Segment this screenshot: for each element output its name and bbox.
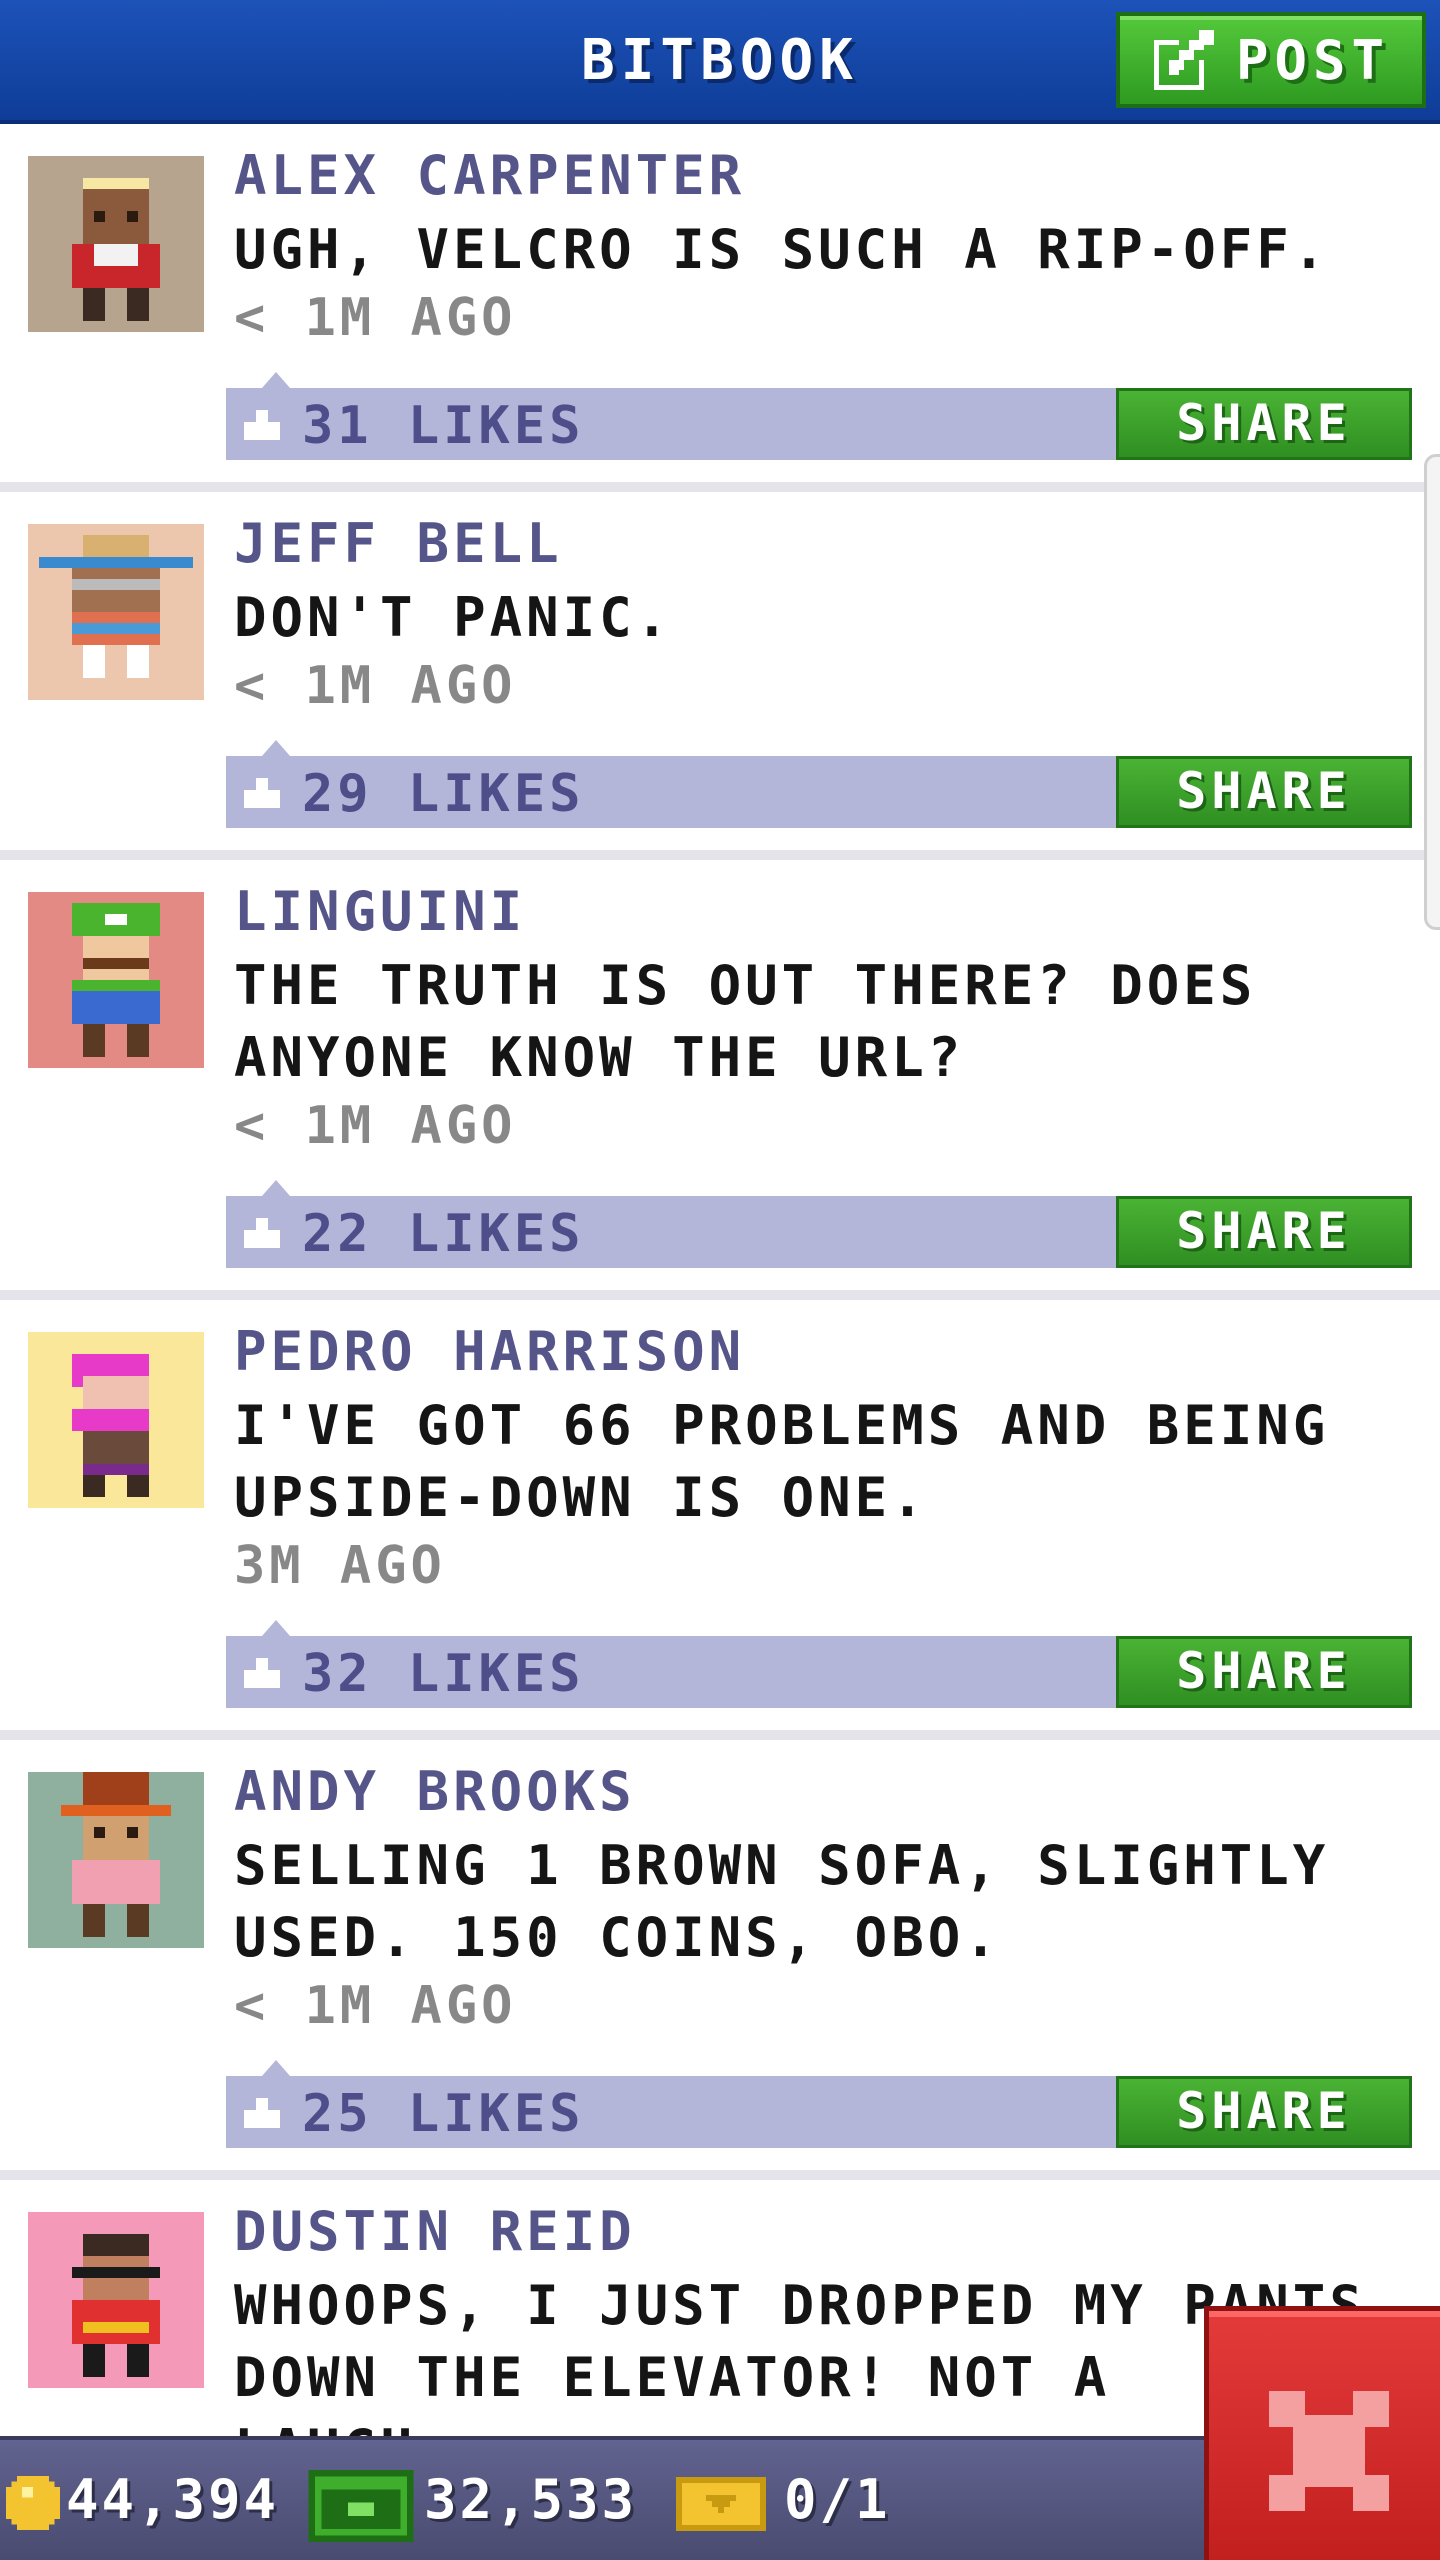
likes-count: 22 LIKES: [302, 1204, 585, 1264]
likes-bar[interactable]: 29 LIKES SHARE: [226, 740, 1412, 828]
bux-count: 32,533: [424, 2468, 638, 2531]
news-feed[interactable]: ALEX CARPENTER UGH, VELCRO IS SUCH A RIP…: [0, 124, 1440, 2436]
post-button[interactable]: POST: [1116, 12, 1426, 108]
feed-post: JEFF BELL DON'T PANIC. < 1M AGO 29 LIKES…: [0, 492, 1440, 860]
share-button[interactable]: SHARE: [1116, 756, 1412, 828]
likes-count: 29 LIKES: [302, 764, 585, 824]
scrollbar[interactable]: [1424, 454, 1440, 930]
feed-post: PEDRO HARRISON I'VE GOT 66 PROBLEMS AND …: [0, 1300, 1440, 1740]
post-time: 3M AGO: [234, 1536, 446, 1596]
coins-count: 44,394: [66, 2468, 280, 2531]
share-button[interactable]: SHARE: [1116, 2076, 1412, 2148]
likes-count: 32 LIKES: [302, 1644, 585, 1704]
tickets-count: 0/1: [784, 2468, 891, 2531]
avatar-image: [28, 1772, 204, 1948]
like-icon: [244, 1658, 280, 1688]
close-icon: [1269, 2391, 1389, 2511]
feed-post: ALEX CARPENTER UGH, VELCRO IS SUCH A RIP…: [0, 124, 1440, 492]
post-message: WHOOPS, I JUST DROPPED MY PANTS DOWN THE…: [234, 2274, 1362, 2436]
post-message: DON'T PANIC.: [234, 586, 673, 649]
post-message: THE TRUTH IS OUT THERE? DOES ANYONE KNOW…: [234, 954, 1257, 1089]
avatar-image: [28, 156, 204, 332]
avatar-image: [28, 524, 204, 700]
avatar[interactable]: [28, 1772, 204, 1948]
avatar[interactable]: [28, 156, 204, 332]
post-author[interactable]: JEFF BELL: [234, 512, 563, 575]
app-header: BITBOOK POST: [0, 0, 1440, 124]
coin-icon: [6, 2476, 60, 2530]
feed-post: ANDY BROOKS SELLING 1 BROWN SOFA, SLIGHT…: [0, 1740, 1440, 2180]
like-icon: [244, 1218, 280, 1248]
likes-bar[interactable]: 32 LIKES SHARE: [226, 1620, 1412, 1708]
post-author[interactable]: DUSTIN REID: [234, 2200, 636, 2263]
feed-post: LINGUINI THE TRUTH IS OUT THERE? DOES AN…: [0, 860, 1440, 1300]
post-time: < 1M AGO: [234, 656, 517, 716]
post-message: I'VE GOT 66 PROBLEMS AND BEING UPSIDE-DO…: [234, 1394, 1330, 1529]
like-icon: [244, 410, 280, 440]
avatar[interactable]: [28, 1332, 204, 1508]
post-time: < 1M AGO: [234, 288, 517, 348]
likes-count: 31 LIKES: [302, 396, 585, 456]
like-icon: [244, 778, 280, 808]
post-author[interactable]: ANDY BROOKS: [234, 1760, 636, 1823]
avatar[interactable]: [28, 2212, 204, 2388]
avatar-image: [28, 892, 204, 1068]
likes-bar[interactable]: 31 LIKES SHARE: [226, 372, 1412, 460]
post-time: < 1M AGO: [234, 1976, 517, 2036]
post-message: UGH, VELCRO IS SUCH A RIP-OFF.: [234, 218, 1330, 281]
post-author[interactable]: LINGUINI: [234, 880, 526, 943]
close-button[interactable]: [1204, 2306, 1440, 2560]
post-author[interactable]: ALEX CARPENTER: [234, 144, 745, 207]
ticket-icon: [676, 2477, 766, 2531]
post-author[interactable]: PEDRO HARRISON: [234, 1320, 745, 1383]
share-button[interactable]: SHARE: [1116, 1636, 1412, 1708]
post-button-label: POST: [1236, 28, 1391, 92]
likes-bar[interactable]: 25 LIKES SHARE: [226, 2060, 1412, 2148]
post-time: < 1M AGO: [234, 1096, 517, 1156]
likes-count: 25 LIKES: [302, 2084, 585, 2144]
edit-icon: [1154, 30, 1214, 90]
avatar-image: [28, 1332, 204, 1508]
bux-icon: [308, 2470, 414, 2542]
like-icon: [244, 2098, 280, 2128]
avatar[interactable]: [28, 892, 204, 1068]
share-button[interactable]: SHARE: [1116, 1196, 1412, 1268]
likes-bar[interactable]: 22 LIKES SHARE: [226, 1180, 1412, 1268]
post-message: SELLING 1 BROWN SOFA, SLIGHTLY USED. 150…: [234, 1834, 1330, 1969]
avatar-image: [28, 2212, 204, 2388]
share-button[interactable]: SHARE: [1116, 388, 1412, 460]
avatar[interactable]: [28, 524, 204, 700]
